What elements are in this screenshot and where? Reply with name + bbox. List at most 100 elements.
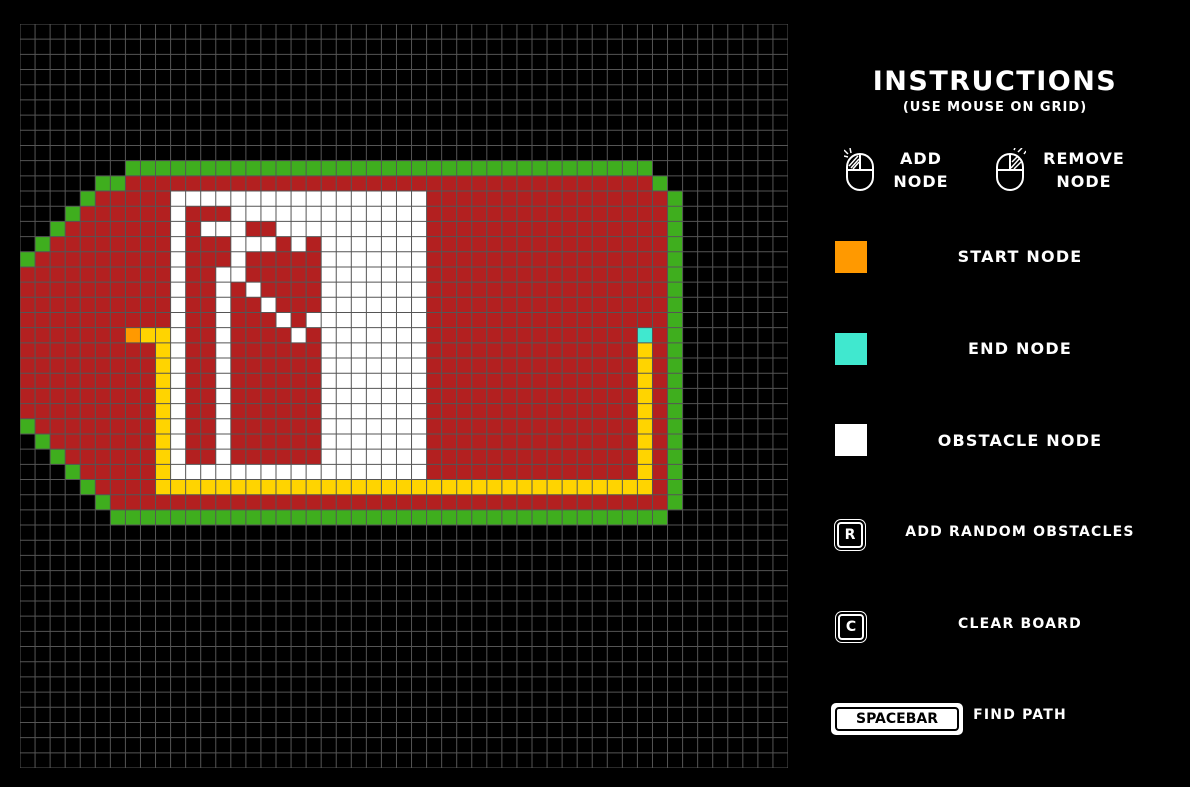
visited-node[interactable] <box>291 373 307 389</box>
visited-node[interactable] <box>471 282 487 298</box>
visited-node[interactable] <box>441 236 457 252</box>
visited-node[interactable] <box>20 297 36 313</box>
visited-node[interactable] <box>471 449 487 465</box>
visited-node[interactable] <box>200 373 216 389</box>
visited-node[interactable] <box>291 312 307 328</box>
obstacle-node[interactable] <box>336 206 352 222</box>
visited-node[interactable] <box>622 236 638 252</box>
visited-node[interactable] <box>441 282 457 298</box>
visited-node[interactable] <box>95 403 111 419</box>
frontier-node[interactable] <box>652 509 668 526</box>
visited-node[interactable] <box>471 327 487 343</box>
path-node[interactable] <box>336 479 352 495</box>
visited-node[interactable] <box>547 342 563 359</box>
visited-node[interactable] <box>441 297 457 313</box>
obstacle-node[interactable] <box>366 191 382 207</box>
frontier-node[interactable] <box>471 160 487 176</box>
obstacle-node[interactable] <box>366 449 382 465</box>
path-node[interactable] <box>306 479 322 495</box>
visited-node[interactable] <box>110 251 126 267</box>
visited-node[interactable] <box>411 494 427 510</box>
visited-node[interactable] <box>516 206 532 222</box>
visited-node[interactable] <box>245 433 261 450</box>
grid-canvas[interactable] <box>20 24 788 768</box>
obstacle-node[interactable] <box>351 373 367 389</box>
visited-node[interactable] <box>185 494 201 510</box>
visited-node[interactable] <box>185 403 201 419</box>
visited-node[interactable] <box>291 297 307 313</box>
visited-node[interactable] <box>516 266 532 283</box>
visited-node[interactable] <box>185 449 201 465</box>
visited-node[interactable] <box>532 282 548 298</box>
visited-node[interactable] <box>486 236 502 252</box>
obstacle-node[interactable] <box>215 388 231 404</box>
visited-node[interactable] <box>65 342 81 359</box>
obstacle-node[interactable] <box>170 312 186 328</box>
visited-node[interactable] <box>200 251 216 267</box>
visited-node[interactable] <box>110 358 126 374</box>
obstacle-node[interactable] <box>276 312 292 328</box>
frontier-node[interactable] <box>185 509 201 526</box>
path-node[interactable] <box>185 479 201 495</box>
visited-node[interactable] <box>230 494 246 510</box>
frontier-node[interactable] <box>125 509 141 526</box>
visited-node[interactable] <box>366 494 382 510</box>
obstacle-node[interactable] <box>351 449 367 465</box>
visited-node[interactable] <box>245 221 261 237</box>
visited-node[interactable] <box>652 206 668 222</box>
visited-node[interactable] <box>486 266 502 283</box>
obstacle-node[interactable] <box>170 449 186 465</box>
visited-node[interactable] <box>516 342 532 359</box>
visited-node[interactable] <box>486 449 502 465</box>
visited-node[interactable] <box>155 206 171 222</box>
pathfinding-grid[interactable] <box>20 24 788 768</box>
visited-node[interactable] <box>577 191 593 207</box>
visited-node[interactable] <box>125 312 141 328</box>
obstacle-node[interactable] <box>381 373 397 389</box>
visited-node[interactable] <box>260 327 276 343</box>
visited-node[interactable] <box>50 297 66 313</box>
visited-node[interactable] <box>516 433 532 450</box>
visited-node[interactable] <box>456 206 472 222</box>
visited-node[interactable] <box>486 206 502 222</box>
visited-node[interactable] <box>426 312 442 328</box>
visited-node[interactable] <box>140 312 156 328</box>
visited-node[interactable] <box>592 342 608 359</box>
visited-node[interactable] <box>306 342 322 359</box>
obstacle-node[interactable] <box>185 191 201 207</box>
visited-node[interactable] <box>140 251 156 267</box>
visited-node[interactable] <box>577 373 593 389</box>
obstacle-node[interactable] <box>381 282 397 298</box>
visited-node[interactable] <box>95 464 111 480</box>
visited-node[interactable] <box>441 403 457 419</box>
visited-node[interactable] <box>50 282 66 298</box>
visited-node[interactable] <box>486 221 502 237</box>
path-node[interactable] <box>155 327 171 343</box>
visited-node[interactable] <box>336 175 352 192</box>
frontier-node[interactable] <box>667 191 683 207</box>
visited-node[interactable] <box>185 221 201 237</box>
visited-node[interactable] <box>562 327 578 343</box>
visited-node[interactable] <box>426 464 442 480</box>
path-node[interactable] <box>592 479 608 495</box>
visited-node[interactable] <box>501 373 517 389</box>
visited-node[interactable] <box>140 191 156 207</box>
visited-node[interactable] <box>230 403 246 419</box>
visited-node[interactable] <box>456 191 472 207</box>
obstacle-node[interactable] <box>366 206 382 222</box>
obstacle-node[interactable] <box>215 403 231 419</box>
visited-node[interactable] <box>200 282 216 298</box>
visited-node[interactable] <box>441 251 457 267</box>
visited-node[interactable] <box>185 266 201 283</box>
visited-node[interactable] <box>125 297 141 313</box>
frontier-node[interactable] <box>381 509 397 526</box>
obstacle-node[interactable] <box>366 236 382 252</box>
visited-node[interactable] <box>140 282 156 298</box>
obstacle-node[interactable] <box>336 373 352 389</box>
visited-node[interactable] <box>607 266 623 283</box>
visited-node[interactable] <box>20 266 36 283</box>
visited-node[interactable] <box>140 266 156 283</box>
obstacle-node[interactable] <box>336 236 352 252</box>
path-node[interactable] <box>155 449 171 465</box>
visited-node[interactable] <box>65 388 81 404</box>
